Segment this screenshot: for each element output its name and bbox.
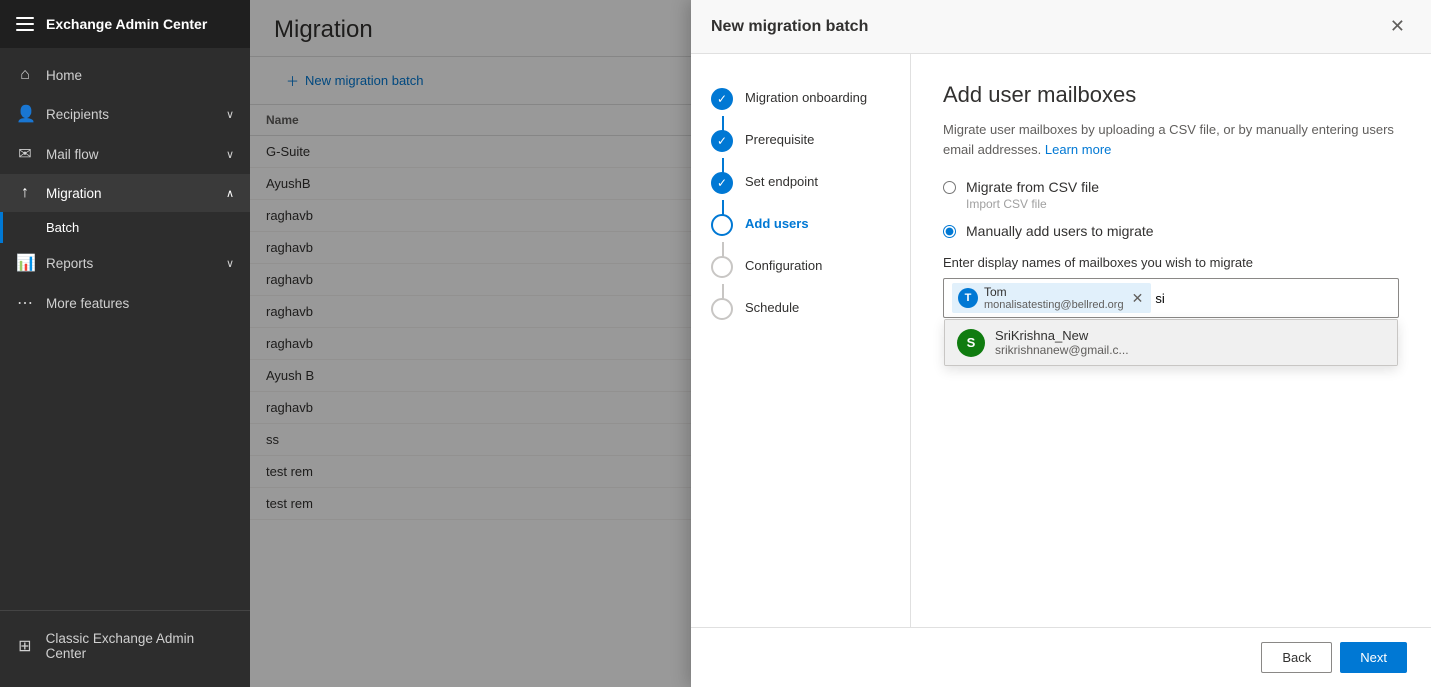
- step-circle-prerequisite: ✓: [711, 130, 733, 152]
- input-label: Enter display names of mailboxes you wis…: [943, 255, 1399, 270]
- autocomplete-avatar-srikrishna: S: [957, 329, 985, 357]
- step-label-schedule: Schedule: [745, 298, 799, 315]
- tag-remove-button[interactable]: ✕: [1130, 291, 1146, 305]
- step-label-migration-onboarding: Migration onboarding: [745, 88, 867, 105]
- chevron-down-icon: ∨: [226, 108, 234, 121]
- chevron-down-icon: ∨: [226, 148, 234, 161]
- sidebar-item-recipients-label: Recipients: [46, 107, 109, 122]
- sidebar-item-migration[interactable]: ↑ Migration ∧: [0, 174, 250, 212]
- hamburger-icon[interactable]: [16, 17, 34, 31]
- csv-option: Migrate from CSV file Import CSV file: [943, 179, 1399, 211]
- sidebar: Exchange Admin Center ⌂ Home 👤 Recipient…: [0, 0, 250, 687]
- classic-icon: ⊞: [16, 636, 34, 656]
- manual-label: Manually add users to migrate: [966, 223, 1154, 239]
- step-circle-schedule: [711, 298, 733, 320]
- tag-name-tom: Tom: [984, 285, 1124, 299]
- tag-email-tom: monalisatesting@bellred.org: [984, 299, 1124, 311]
- sidebar-item-mailflow[interactable]: ✉ Mail flow ∨: [0, 134, 250, 174]
- step-label-configuration: Configuration: [745, 256, 822, 273]
- reports-icon: 📊: [16, 253, 34, 273]
- back-button[interactable]: Back: [1261, 642, 1332, 673]
- step-circle-add-users: [711, 214, 733, 236]
- csv-label: Migrate from CSV file: [966, 179, 1099, 195]
- sidebar-bottom: ⊞ Classic Exchange Admin Center: [0, 610, 250, 687]
- modal-title: New migration batch: [711, 18, 868, 36]
- learn-more-link[interactable]: Learn more: [1045, 142, 1111, 157]
- next-button[interactable]: Next: [1340, 642, 1407, 673]
- sidebar-item-batch[interactable]: Batch: [0, 212, 250, 243]
- sidebar-item-recipients[interactable]: 👤 Recipients ∨: [0, 94, 250, 134]
- tag-tom: T Tom monalisatesting@bellred.org ✕: [952, 283, 1151, 313]
- step-circle-configuration: [711, 256, 733, 278]
- main-content: Migration ＋ New migration batch Name G-S…: [250, 0, 1431, 687]
- modal-header: New migration batch ✕: [691, 0, 1431, 54]
- content-title: Add user mailboxes: [943, 82, 1399, 108]
- chevron-up-icon: ∧: [226, 187, 234, 200]
- sidebar-item-migration-label: Migration: [46, 186, 102, 201]
- tag-input-wrapper[interactable]: T Tom monalisatesting@bellred.org ✕: [943, 278, 1399, 318]
- modal-footer: Back Next: [691, 627, 1431, 687]
- sidebar-item-classic-label: Classic Exchange Admin Center: [46, 631, 234, 661]
- sidebar-item-home-label: Home: [46, 68, 82, 83]
- step-set-endpoint: ✓ Set endpoint: [691, 162, 910, 204]
- sidebar-item-reports-label: Reports: [46, 256, 93, 271]
- sidebar-item-reports[interactable]: 📊 Reports ∨: [0, 243, 250, 283]
- recipients-icon: 👤: [16, 104, 34, 124]
- content-description: Migrate user mailboxes by uploading a CS…: [943, 120, 1399, 159]
- step-migration-onboarding: ✓ Migration onboarding: [691, 78, 910, 120]
- autocomplete-item-srikrishna[interactable]: S SriKrishna_New srikrishnanew@gmail.c..…: [945, 320, 1397, 365]
- radio-group: Migrate from CSV file Import CSV file Ma…: [943, 179, 1399, 239]
- more-icon: ⋯: [16, 293, 34, 313]
- step-label-prerequisite: Prerequisite: [745, 130, 814, 147]
- steps-panel: ✓ Migration onboarding ✓ Prerequisite ✓ Set e…: [691, 54, 911, 627]
- step-label-add-users: Add users: [745, 214, 809, 231]
- step-circle-set-endpoint: ✓: [711, 172, 733, 194]
- content-panel: Add user mailboxes Migrate user mailboxe…: [911, 54, 1431, 627]
- step-circle-migration-onboarding: ✓: [711, 88, 733, 110]
- step-prerequisite: ✓ Prerequisite: [691, 120, 910, 162]
- sidebar-item-classic[interactable]: ⊞ Classic Exchange Admin Center: [0, 621, 250, 671]
- mailbox-search-input[interactable]: [1155, 291, 1390, 306]
- mailflow-icon: ✉: [16, 144, 34, 164]
- chevron-down-icon: ∨: [226, 257, 234, 270]
- app-title: Exchange Admin Center: [46, 16, 207, 32]
- manual-option: Manually add users to migrate: [943, 223, 1399, 239]
- manual-radio[interactable]: [943, 225, 956, 238]
- autocomplete-email-srikrishna: srikrishnanew@gmail.c...: [995, 343, 1129, 357]
- sidebar-nav: ⌂ Home 👤 Recipients ∨ ✉ Mail flow ∨ ↑ Mi…: [0, 48, 250, 610]
- step-configuration: Configuration: [691, 246, 910, 288]
- migration-icon: ↑: [16, 184, 34, 202]
- sidebar-item-morefeatures-label: More features: [46, 296, 129, 311]
- step-schedule: Schedule: [691, 288, 910, 330]
- sidebar-item-batch-label: Batch: [46, 220, 79, 235]
- step-add-users: Add users: [691, 204, 910, 246]
- autocomplete-name-srikrishna: SriKrishna_New: [995, 328, 1129, 343]
- mailbox-input-area: Enter display names of mailboxes you wis…: [943, 255, 1399, 318]
- csv-sublabel: Import CSV file: [966, 197, 1099, 211]
- sidebar-header: Exchange Admin Center: [0, 0, 250, 48]
- tag-avatar-tom: T: [958, 288, 978, 308]
- modal-overlay: New migration batch ✕ ✓ Migration onboard…: [250, 0, 1431, 687]
- modal-body: ✓ Migration onboarding ✓ Prerequisite ✓ Set e…: [691, 54, 1431, 627]
- modal-panel: New migration batch ✕ ✓ Migration onboard…: [691, 0, 1431, 687]
- step-label-set-endpoint: Set endpoint: [745, 172, 818, 189]
- autocomplete-dropdown: S SriKrishna_New srikrishnanew@gmail.c..…: [944, 319, 1398, 366]
- sidebar-item-morefeatures[interactable]: ⋯ More features: [0, 283, 250, 323]
- csv-radio[interactable]: [943, 181, 956, 194]
- home-icon: ⌂: [16, 66, 34, 84]
- modal-close-button[interactable]: ✕: [1384, 14, 1411, 39]
- sidebar-item-home[interactable]: ⌂ Home: [0, 56, 250, 94]
- sidebar-item-mailflow-label: Mail flow: [46, 147, 99, 162]
